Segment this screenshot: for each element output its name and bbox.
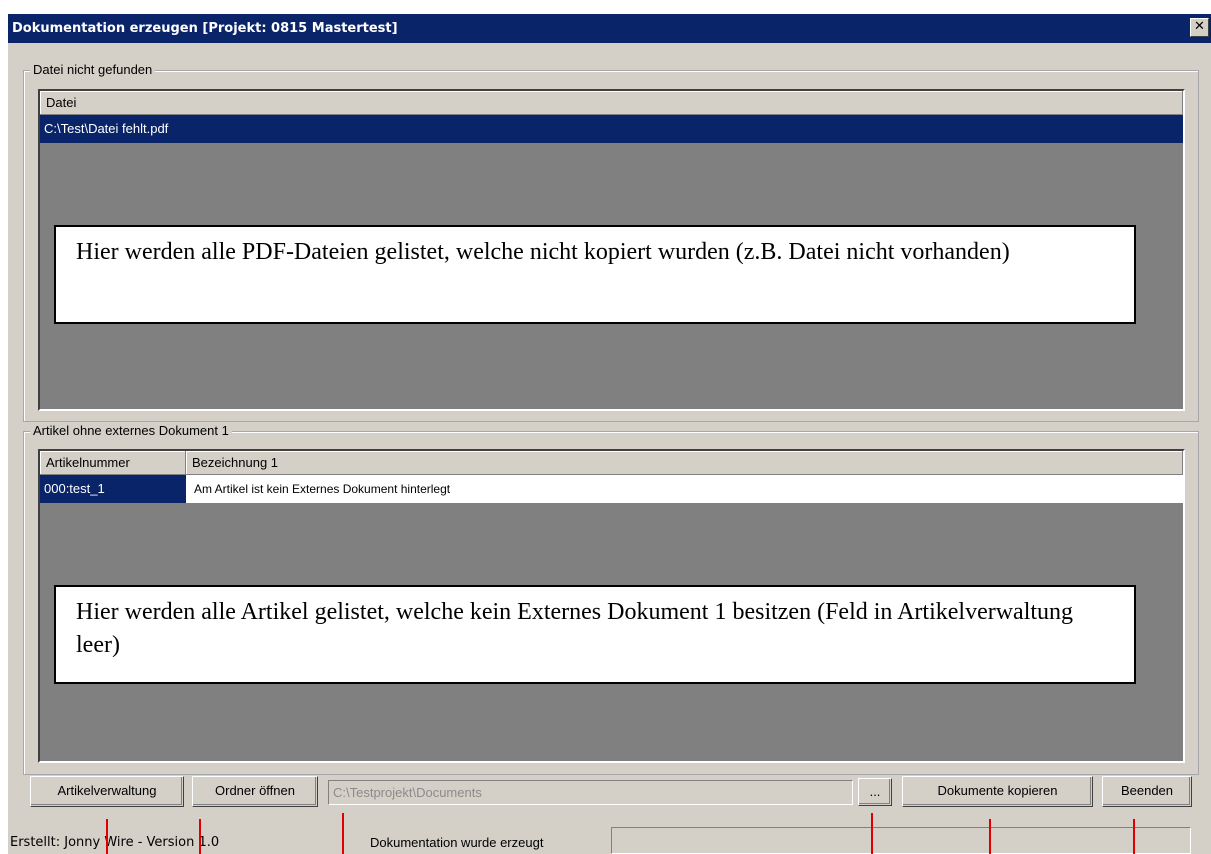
table-row[interactable]: C:\Test\Datei fehlt.pdf [40, 115, 1183, 143]
marker-line-article-admin [106, 819, 108, 854]
status-progress-bar [611, 827, 1191, 854]
close-button[interactable]: ✕ [1190, 18, 1209, 37]
missing-documents-header: Artikelnummer Bezeichnung 1 [40, 451, 1183, 475]
column-header-bezeichnung[interactable]: Bezeichnung 1 [186, 451, 1183, 474]
dialog-window: Dokumentation erzeugen [Projekt: 0815 Ma… [7, 14, 1211, 854]
path-field[interactable]: C:\Testprojekt\Documents [328, 780, 853, 805]
status-created-by: Erstellt: Jonny Wire - Version 1.0 [10, 835, 220, 850]
marker-line-path-field [342, 813, 344, 854]
missing-files-annotation: Hier werden alle PDF-Dateien gelistet, w… [54, 225, 1136, 324]
marker-line-open-folder [199, 819, 201, 854]
copy-documents-button[interactable]: Dokumente kopieren [902, 776, 1093, 807]
missing-documents-group-title: Artikel ohne externes Dokument 1 [30, 423, 232, 439]
exit-button[interactable]: Beenden [1102, 776, 1192, 807]
file-path-cell: C:\Test\Datei fehlt.pdf [44, 121, 169, 136]
column-header-artikelnummer[interactable]: Artikelnummer [40, 451, 186, 474]
missing-files-header: Datei [40, 91, 1183, 115]
status-message: Dokumentation wurde erzeugt [370, 835, 544, 850]
missing-files-group-title: Datei nicht gefunden [30, 62, 156, 78]
missing-documents-annotation: Hier werden alle Artikel gelistet, welch… [54, 585, 1136, 684]
column-header-datei[interactable]: Datei [40, 91, 1183, 114]
table-row[interactable]: 000:test_1 Am Artikel ist kein Externes … [40, 475, 1183, 503]
marker-line-copy-documents [989, 819, 991, 854]
window-title: Dokumentation erzeugen [Projekt: 0815 Ma… [12, 21, 398, 36]
marker-line-exit [1133, 819, 1135, 854]
description-cell: Am Artikel ist kein Externes Dokument hi… [186, 475, 1183, 503]
marker-line-browse [871, 813, 873, 854]
title-bar[interactable]: Dokumentation erzeugen [Projekt: 0815 Ma… [8, 14, 1211, 43]
browse-button[interactable]: ... [858, 778, 892, 806]
article-number-cell: 000:test_1 [40, 475, 186, 503]
article-admin-button[interactable]: Artikelverwaltung [30, 776, 184, 807]
open-folder-button[interactable]: Ordner öffnen [192, 776, 318, 807]
close-icon: ✕ [1194, 19, 1205, 34]
